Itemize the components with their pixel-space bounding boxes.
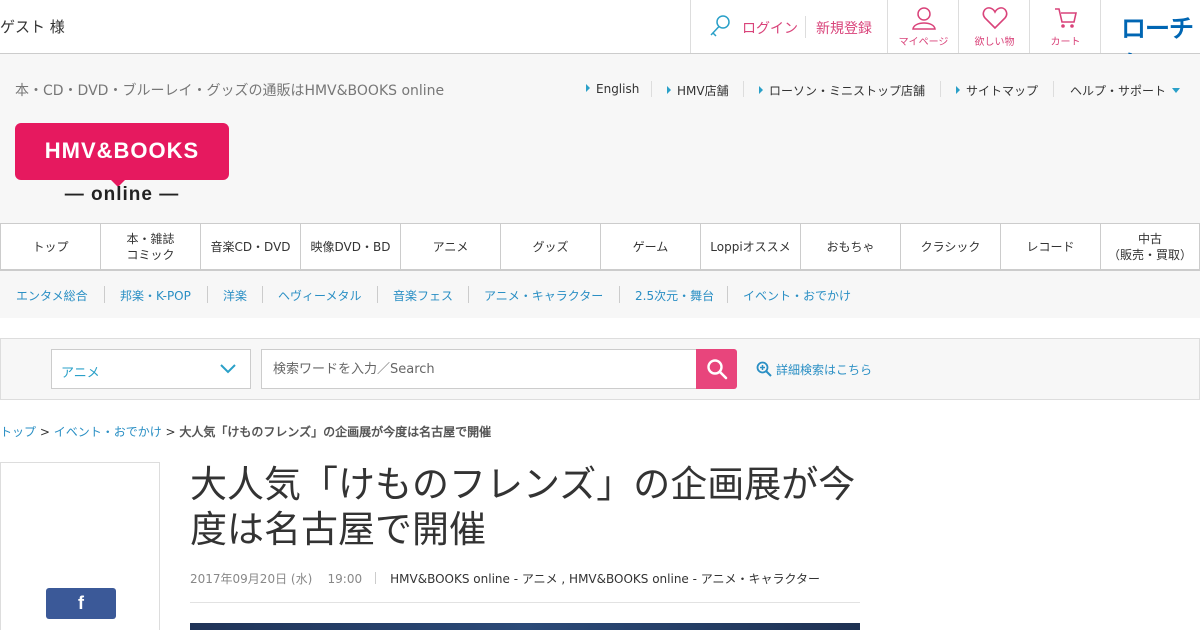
nav-used[interactable]: 中古 （販売・買取） (1100, 224, 1200, 270)
login-link[interactable]: ログイン (742, 18, 798, 38)
breadcrumb-top[interactable]: トップ (0, 425, 36, 439)
chevron-down-icon (1172, 88, 1181, 93)
subnav-item-anime-character[interactable]: アニメ・キャラクター (484, 287, 603, 304)
divider (727, 286, 728, 303)
wishlist-button[interactable]: 欲しい物 (958, 0, 1030, 53)
nav-video[interactable]: 映像DVD・BD (300, 224, 400, 270)
nav-top[interactable]: トップ (0, 224, 100, 270)
nav-music-cd[interactable]: 音楽CD・DVD (200, 224, 300, 270)
category-select[interactable]: アニメ (51, 349, 251, 389)
divider (104, 286, 105, 303)
divider (940, 81, 941, 97)
divider (743, 81, 744, 97)
cart-icon (1054, 8, 1077, 28)
search-bar: アニメ 詳細検索はこちら (0, 338, 1200, 400)
search-icon (707, 359, 728, 380)
article-time: 19:00 (327, 572, 363, 586)
util-link-sitemap[interactable]: サイトマップ (956, 82, 1038, 99)
divider (262, 286, 263, 303)
util-link-help[interactable]: ヘルプ・サポート (1070, 82, 1181, 99)
site-tagline: 本・CD・DVD・ブルーレイ・グッズの通販はHMV&BOOKS online (15, 83, 445, 99)
subnav-item-fes[interactable]: 音楽フェス (393, 287, 453, 304)
util-link-lawson-stores[interactable]: ローソン・ミニストップ店舗 (759, 82, 925, 99)
guest-label: ゲスト 様 (0, 18, 65, 36)
user-icon (911, 7, 936, 30)
register-link[interactable]: 新規登録 (816, 18, 872, 38)
util-link-english[interactable]: English (586, 82, 639, 96)
divider (468, 286, 469, 303)
article-hero-image (190, 623, 860, 630)
divider (1053, 81, 1054, 97)
logo-subtext: — online — (64, 184, 180, 205)
subnav-item-event[interactable]: イベント・おでかけ (743, 287, 851, 304)
breadcrumb-category[interactable]: イベント・おでかけ (54, 425, 162, 439)
subnav-item-stage[interactable]: 2.5次元・舞台 (635, 287, 714, 304)
arrow-right-icon (759, 86, 763, 94)
nav-toys[interactable]: おもちゃ (800, 224, 900, 270)
arrow-right-icon (667, 86, 671, 94)
divider (619, 286, 620, 303)
article-title: 大人気「けものフレンズ」の企画展が今度は名古屋で開催 (190, 463, 856, 551)
article-meta: 2017年09月20日 (水) 19:00 HMV&BOOKS online - … (190, 570, 820, 587)
wishlist-label: 欲しい物 (974, 37, 1015, 48)
chevron-down-icon (220, 364, 236, 374)
cart-button[interactable]: カート (1029, 0, 1101, 53)
logo-text: HMV&BOOKS (44, 138, 200, 163)
util-link-hmv-stores[interactable]: HMV店舗 (667, 82, 729, 99)
article-sources[interactable]: HMV&BOOKS online - アニメ , HMV&BOOKS onlin… (390, 572, 820, 586)
main-nav: トップ 本・雑誌 コミック 音楽CD・DVD 映像DVD・BD アニメ グッズ ゲ… (0, 223, 1200, 271)
breadcrumb: トップ > イベント・おでかけ > 大人気「けものフレンズ」の企画展が今度は名古… (0, 425, 492, 439)
divider (651, 81, 652, 97)
advanced-search-link[interactable]: 詳細検索はこちら (756, 361, 872, 378)
mypage-button[interactable]: マイページ (887, 0, 959, 53)
top-bar: ゲスト 様 ログイン 新規登録 マイページ 欲しい物 カート ローチケ (0, 0, 1200, 79)
lawson-ticket-logo[interactable]: ローチケ (1100, 0, 1200, 79)
search-input[interactable] (261, 349, 697, 389)
arrow-right-icon (586, 84, 590, 92)
sub-nav: エンタメ総合 邦楽・K-POP 洋楽 ヘヴィーメタル 音楽フェス アニメ・キャラ… (0, 271, 1200, 318)
heart-icon (982, 7, 1007, 30)
key-icon (710, 15, 730, 37)
nav-record[interactable]: レコード (1000, 224, 1100, 270)
arrow-right-icon (956, 86, 960, 94)
share-column: f (0, 462, 160, 630)
subnav-item-entame[interactable]: エンタメ総合 (16, 287, 88, 304)
subnav-item-jpop[interactable]: 邦楽・K-POP (120, 287, 191, 304)
login-area: ログイン 新規登録 (690, 0, 888, 53)
search-button[interactable] (696, 349, 737, 389)
divider (207, 286, 208, 303)
nav-game[interactable]: ゲーム (600, 224, 700, 270)
article-date: 2017年09月20日 (水) (190, 572, 313, 586)
mypage-label: マイページ (898, 37, 949, 48)
divider (805, 16, 806, 38)
facebook-share-button[interactable]: f (46, 588, 116, 619)
subnav-item-western[interactable]: 洋楽 (223, 287, 247, 304)
cart-label: カート (1050, 37, 1081, 48)
facebook-icon: f (78, 593, 84, 613)
nav-anime[interactable]: アニメ (400, 224, 500, 270)
zoom-plus-icon (756, 361, 772, 377)
subnav-item-metal[interactable]: ヘヴィーメタル (278, 287, 362, 304)
divider (375, 572, 377, 584)
category-select-value: アニメ (61, 366, 100, 381)
divider (377, 286, 378, 303)
nav-loppi[interactable]: Loppiオススメ (700, 224, 800, 270)
divider (190, 602, 860, 603)
nav-books[interactable]: 本・雑誌 コミック (100, 224, 200, 270)
breadcrumb-current: 大人気「けものフレンズ」の企画展が今度は名古屋で開催 (179, 425, 492, 439)
nav-goods[interactable]: グッズ (500, 224, 600, 270)
nav-classic[interactable]: クラシック (900, 224, 1000, 270)
